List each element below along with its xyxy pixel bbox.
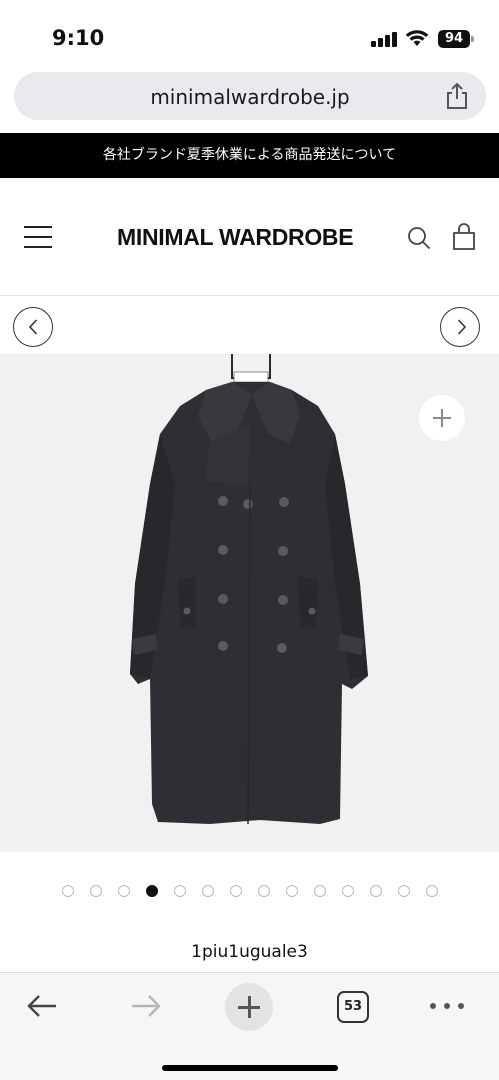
battery-tip [471,36,474,42]
cellular-signal-icon [371,31,401,47]
home-indicator [162,1065,338,1071]
chevron-right-icon [457,319,467,335]
carousel-dot[interactable] [118,885,130,897]
status-time: 9:10 [52,26,105,50]
menu-icon[interactable] [24,226,52,248]
product-image[interactable] [0,354,499,852]
chevron-left-icon [28,319,38,335]
carousel-dot[interactable] [230,885,242,897]
bag-icon[interactable] [452,222,476,250]
carousel-dot-active[interactable] [146,885,158,897]
product-brand[interactable]: 1piu1uguale3 [0,942,499,962]
wifi-icon [405,30,429,46]
site-header: MINIMAL WARDROBE [0,178,499,296]
carousel-dot[interactable] [426,885,438,897]
carousel-dot[interactable] [174,885,186,897]
zoom-button[interactable] [419,395,465,441]
search-icon[interactable] [407,226,431,250]
carousel-dot[interactable] [370,885,382,897]
carousel-dot[interactable] [258,885,270,897]
status-bar: 9:10 94 [0,0,499,70]
tabs-button[interactable]: 53 [337,991,369,1023]
carousel-dot[interactable] [202,885,214,897]
back-arrow-icon[interactable] [26,993,58,1019]
address-bar[interactable]: minimalwardrobe.jp [14,72,486,120]
url-text[interactable]: minimalwardrobe.jp [14,85,486,109]
battery-indicator: 94 [438,30,470,48]
browser-toolbar: 53 [0,972,499,1080]
share-icon[interactable] [444,82,470,110]
announcement-banner[interactable]: 各社ブランド夏季休業による商品発送について [0,133,499,178]
carousel-pagination [0,885,499,899]
new-tab-button[interactable] [225,983,273,1031]
carousel-dot[interactable] [62,885,74,897]
previous-image-button[interactable] [13,307,53,347]
more-icon[interactable] [430,1003,464,1011]
forward-arrow-icon[interactable] [130,993,162,1019]
carousel-dot[interactable] [314,885,326,897]
carousel-dot[interactable] [398,885,410,897]
carousel-dot[interactable] [286,885,298,897]
site-logo[interactable]: MINIMAL WARDROBE [117,224,354,251]
carousel-dot[interactable] [342,885,354,897]
next-image-button[interactable] [440,307,480,347]
carousel-dot[interactable] [90,885,102,897]
